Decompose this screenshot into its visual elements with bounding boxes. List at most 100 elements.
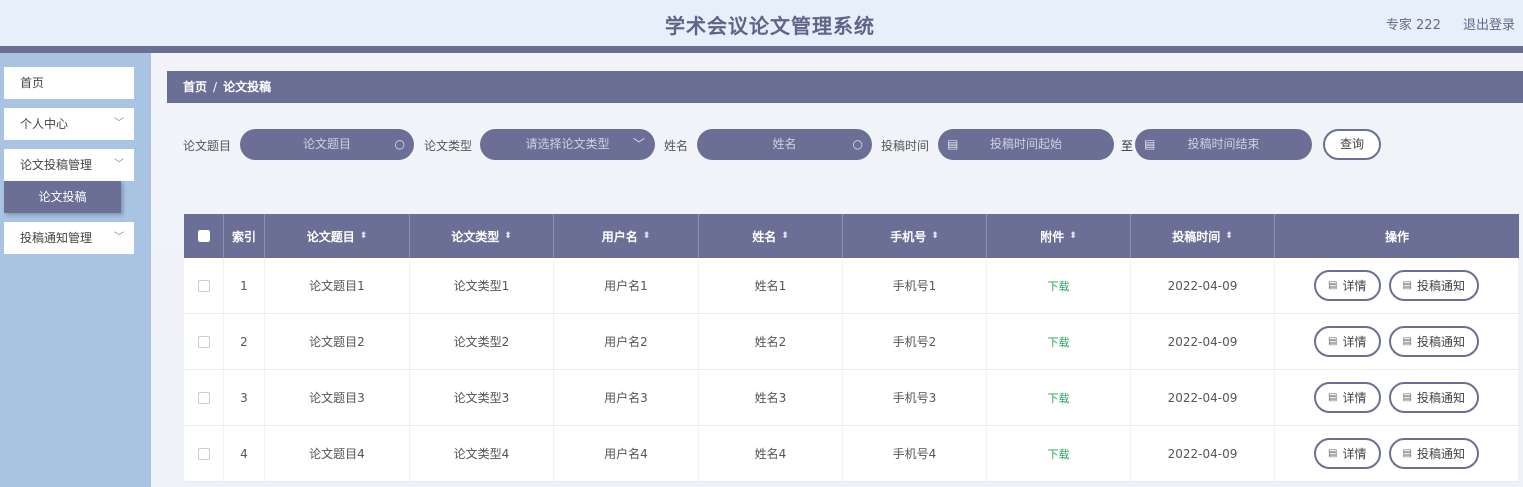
button-label: 详情 xyxy=(1342,279,1367,293)
table-header-row: 索引 论文题目 ⬍ 论文类型 ⬍ 用户名 ⬍ 姓名 ⬍ 手机号 ⬍ 附件 ⬍ 投稿时间 ⬍ 操… xyxy=(184,214,1519,258)
name-search-input[interactable]: 姓名 ○ xyxy=(697,129,872,160)
download-link[interactable]: 下载 xyxy=(1048,390,1070,406)
button-label: 详情 xyxy=(1342,335,1367,349)
download-link[interactable]: 下载 xyxy=(1048,446,1070,462)
time-start-picker[interactable]: ▤ 投稿时间起始 xyxy=(938,129,1114,160)
detail-button[interactable]: ▤ 详情 xyxy=(1314,270,1381,301)
table-row: 3 论文题目3 论文类型3 用户名3 姓名3 手机号3 下载 2022-04-09 ▤ 详情 ▤ 投稿… xyxy=(184,370,1519,426)
document-icon: ▤ xyxy=(1402,448,1412,459)
cell-username: 用户名3 xyxy=(554,370,699,425)
cell-title: 论文题目3 xyxy=(265,370,410,425)
row-checkbox[interactable] xyxy=(197,335,210,348)
sort-icon: ⬍ xyxy=(931,231,939,241)
chevron-down-icon: ﹀ xyxy=(114,118,124,129)
document-icon: ▤ xyxy=(1402,392,1412,403)
cell-name: 姓名2 xyxy=(699,314,843,369)
cell-name: 姓名3 xyxy=(699,370,843,425)
type-value: 论文类型4 xyxy=(453,447,510,461)
notify-button[interactable]: ▤ 投稿通知 xyxy=(1388,438,1479,469)
cell-ops: ▤ 详情 ▤ 投稿通知 xyxy=(1275,426,1519,481)
button-label: 详情 xyxy=(1342,447,1367,461)
row-checkbox[interactable] xyxy=(197,391,210,404)
sidebar-item-label: 投稿通知管理 xyxy=(20,231,93,245)
row-select-cell xyxy=(184,314,224,369)
phone-value: 手机号3 xyxy=(892,391,937,405)
current-user: 专家 222 xyxy=(1385,18,1441,33)
document-icon: ▤ xyxy=(1328,280,1338,291)
index-value: 3 xyxy=(240,390,248,405)
time-filter-label: 投稿时间 xyxy=(881,139,930,153)
document-icon: ▤ xyxy=(1328,392,1338,403)
type-select[interactable]: 请选择论文类型 ﹀ xyxy=(480,129,655,160)
index-value: 2 xyxy=(240,334,248,349)
select-all-cell xyxy=(184,214,224,258)
cell-time: 2022-04-09 xyxy=(1131,426,1275,481)
time-start-placeholder: 投稿时间起始 xyxy=(989,137,1062,151)
title-value: 论文题目2 xyxy=(309,335,365,349)
search-icon: ○ xyxy=(394,137,405,151)
download-link[interactable]: 下载 xyxy=(1048,278,1070,294)
detail-button[interactable]: ▤ 详情 xyxy=(1314,438,1381,469)
username-value: 用户名1 xyxy=(604,279,648,293)
table-row: 2 论文题目2 论文类型2 用户名2 姓名2 手机号2 下载 2022-04-09 ▤ 详情 ▤ 投稿… xyxy=(184,314,1519,370)
notify-button[interactable]: ▤ 投稿通知 xyxy=(1388,270,1479,301)
header-time[interactable]: 投稿时间 ⬍ xyxy=(1131,214,1275,258)
notify-button[interactable]: ▤ 投稿通知 xyxy=(1388,326,1479,357)
main-content: 首页 / 论文投稿 论文题目 论文题目 ○ 论文类型 请选择论文类型 ﹀ 姓名 姓名… xyxy=(151,53,1523,487)
name-value: 姓名4 xyxy=(754,447,787,461)
button-label: 投稿通知 xyxy=(1416,335,1465,349)
cell-username: 用户名2 xyxy=(554,314,699,369)
breadcrumb-home[interactable]: 首页 xyxy=(183,80,207,94)
sidebar-item-home[interactable]: 首页 xyxy=(4,67,134,99)
name-filter-label: 姓名 xyxy=(664,139,689,153)
header-username[interactable]: 用户名 ⬍ xyxy=(554,214,699,258)
row-checkbox[interactable] xyxy=(197,447,210,460)
name-value: 姓名2 xyxy=(754,335,787,349)
query-button[interactable]: 查询 xyxy=(1323,129,1381,160)
detail-button[interactable]: ▤ 详情 xyxy=(1314,326,1381,357)
cell-attachment: 下载 xyxy=(987,314,1131,369)
chevron-down-icon: ﹀ xyxy=(632,137,645,151)
sort-icon: ⬍ xyxy=(1225,231,1233,241)
header-attachment[interactable]: 附件 ⬍ xyxy=(987,214,1131,258)
cell-title: 论文题目4 xyxy=(265,426,410,481)
breadcrumb-current: 论文投稿 xyxy=(223,80,272,94)
document-icon: ▤ xyxy=(1328,336,1338,347)
cell-index: 1 xyxy=(224,258,265,313)
sidebar-item-personal-center[interactable]: 个人中心 ﹀ xyxy=(4,108,134,140)
header-name[interactable]: 姓名 ⬍ xyxy=(699,214,843,258)
username-value: 用户名3 xyxy=(604,391,648,405)
time-range-to-label: 至 xyxy=(1121,139,1134,153)
username-value: 用户名2 xyxy=(604,335,648,349)
cell-ops: ▤ 详情 ▤ 投稿通知 xyxy=(1275,258,1519,313)
sort-icon: ⬍ xyxy=(1069,231,1077,241)
type-select-placeholder: 请选择论文类型 xyxy=(525,137,610,151)
header-index: 索引 xyxy=(224,214,265,258)
logout-link[interactable]: 退出登录 xyxy=(1463,18,1515,33)
table-row: 4 论文题目4 论文类型4 用户名4 姓名4 手机号4 下载 2022-04-09 ▤ 详情 ▤ 投稿… xyxy=(184,426,1519,482)
sidebar-item-label: 首页 xyxy=(20,76,45,90)
breadcrumb-separator: / xyxy=(213,80,218,94)
sidebar-item-submission-notice-management[interactable]: 投稿通知管理 ﹀ xyxy=(4,222,134,254)
detail-button[interactable]: ▤ 详情 xyxy=(1314,382,1381,413)
row-select-cell xyxy=(184,426,224,481)
title-search-input[interactable]: 论文题目 ○ xyxy=(240,129,414,160)
download-link[interactable]: 下载 xyxy=(1048,334,1070,350)
sidebar-item-paper-submission-management[interactable]: 论文投稿管理 ﹀ xyxy=(4,149,134,181)
time-end-picker[interactable]: ▤ 投稿时间结束 xyxy=(1135,129,1312,160)
sidebar: 首页 个人中心 ﹀ 论文投稿管理 ﹀ 论文投稿 投稿通知管理 ﹀ xyxy=(0,53,151,487)
sidebar-subitem-paper-submission[interactable]: 论文投稿 xyxy=(4,181,121,213)
header-type-label: 论文类型 xyxy=(451,229,500,244)
notify-button[interactable]: ▤ 投稿通知 xyxy=(1388,382,1479,413)
header-phone[interactable]: 手机号 ⬍ xyxy=(843,214,987,258)
row-select-cell xyxy=(184,258,224,313)
chevron-down-icon: ﹀ xyxy=(114,159,124,170)
cell-type: 论文类型1 xyxy=(410,258,554,313)
header-title[interactable]: 论文题目 ⬍ xyxy=(265,214,410,258)
row-checkbox[interactable] xyxy=(197,279,210,292)
top-header: 学术会议论文管理系统 专家 222 退出登录 xyxy=(0,0,1523,46)
select-all-checkbox[interactable] xyxy=(197,230,210,242)
header-title-label: 论文题目 xyxy=(306,229,355,244)
header-username-label: 用户名 xyxy=(601,229,638,244)
header-type[interactable]: 论文类型 ⬍ xyxy=(410,214,554,258)
